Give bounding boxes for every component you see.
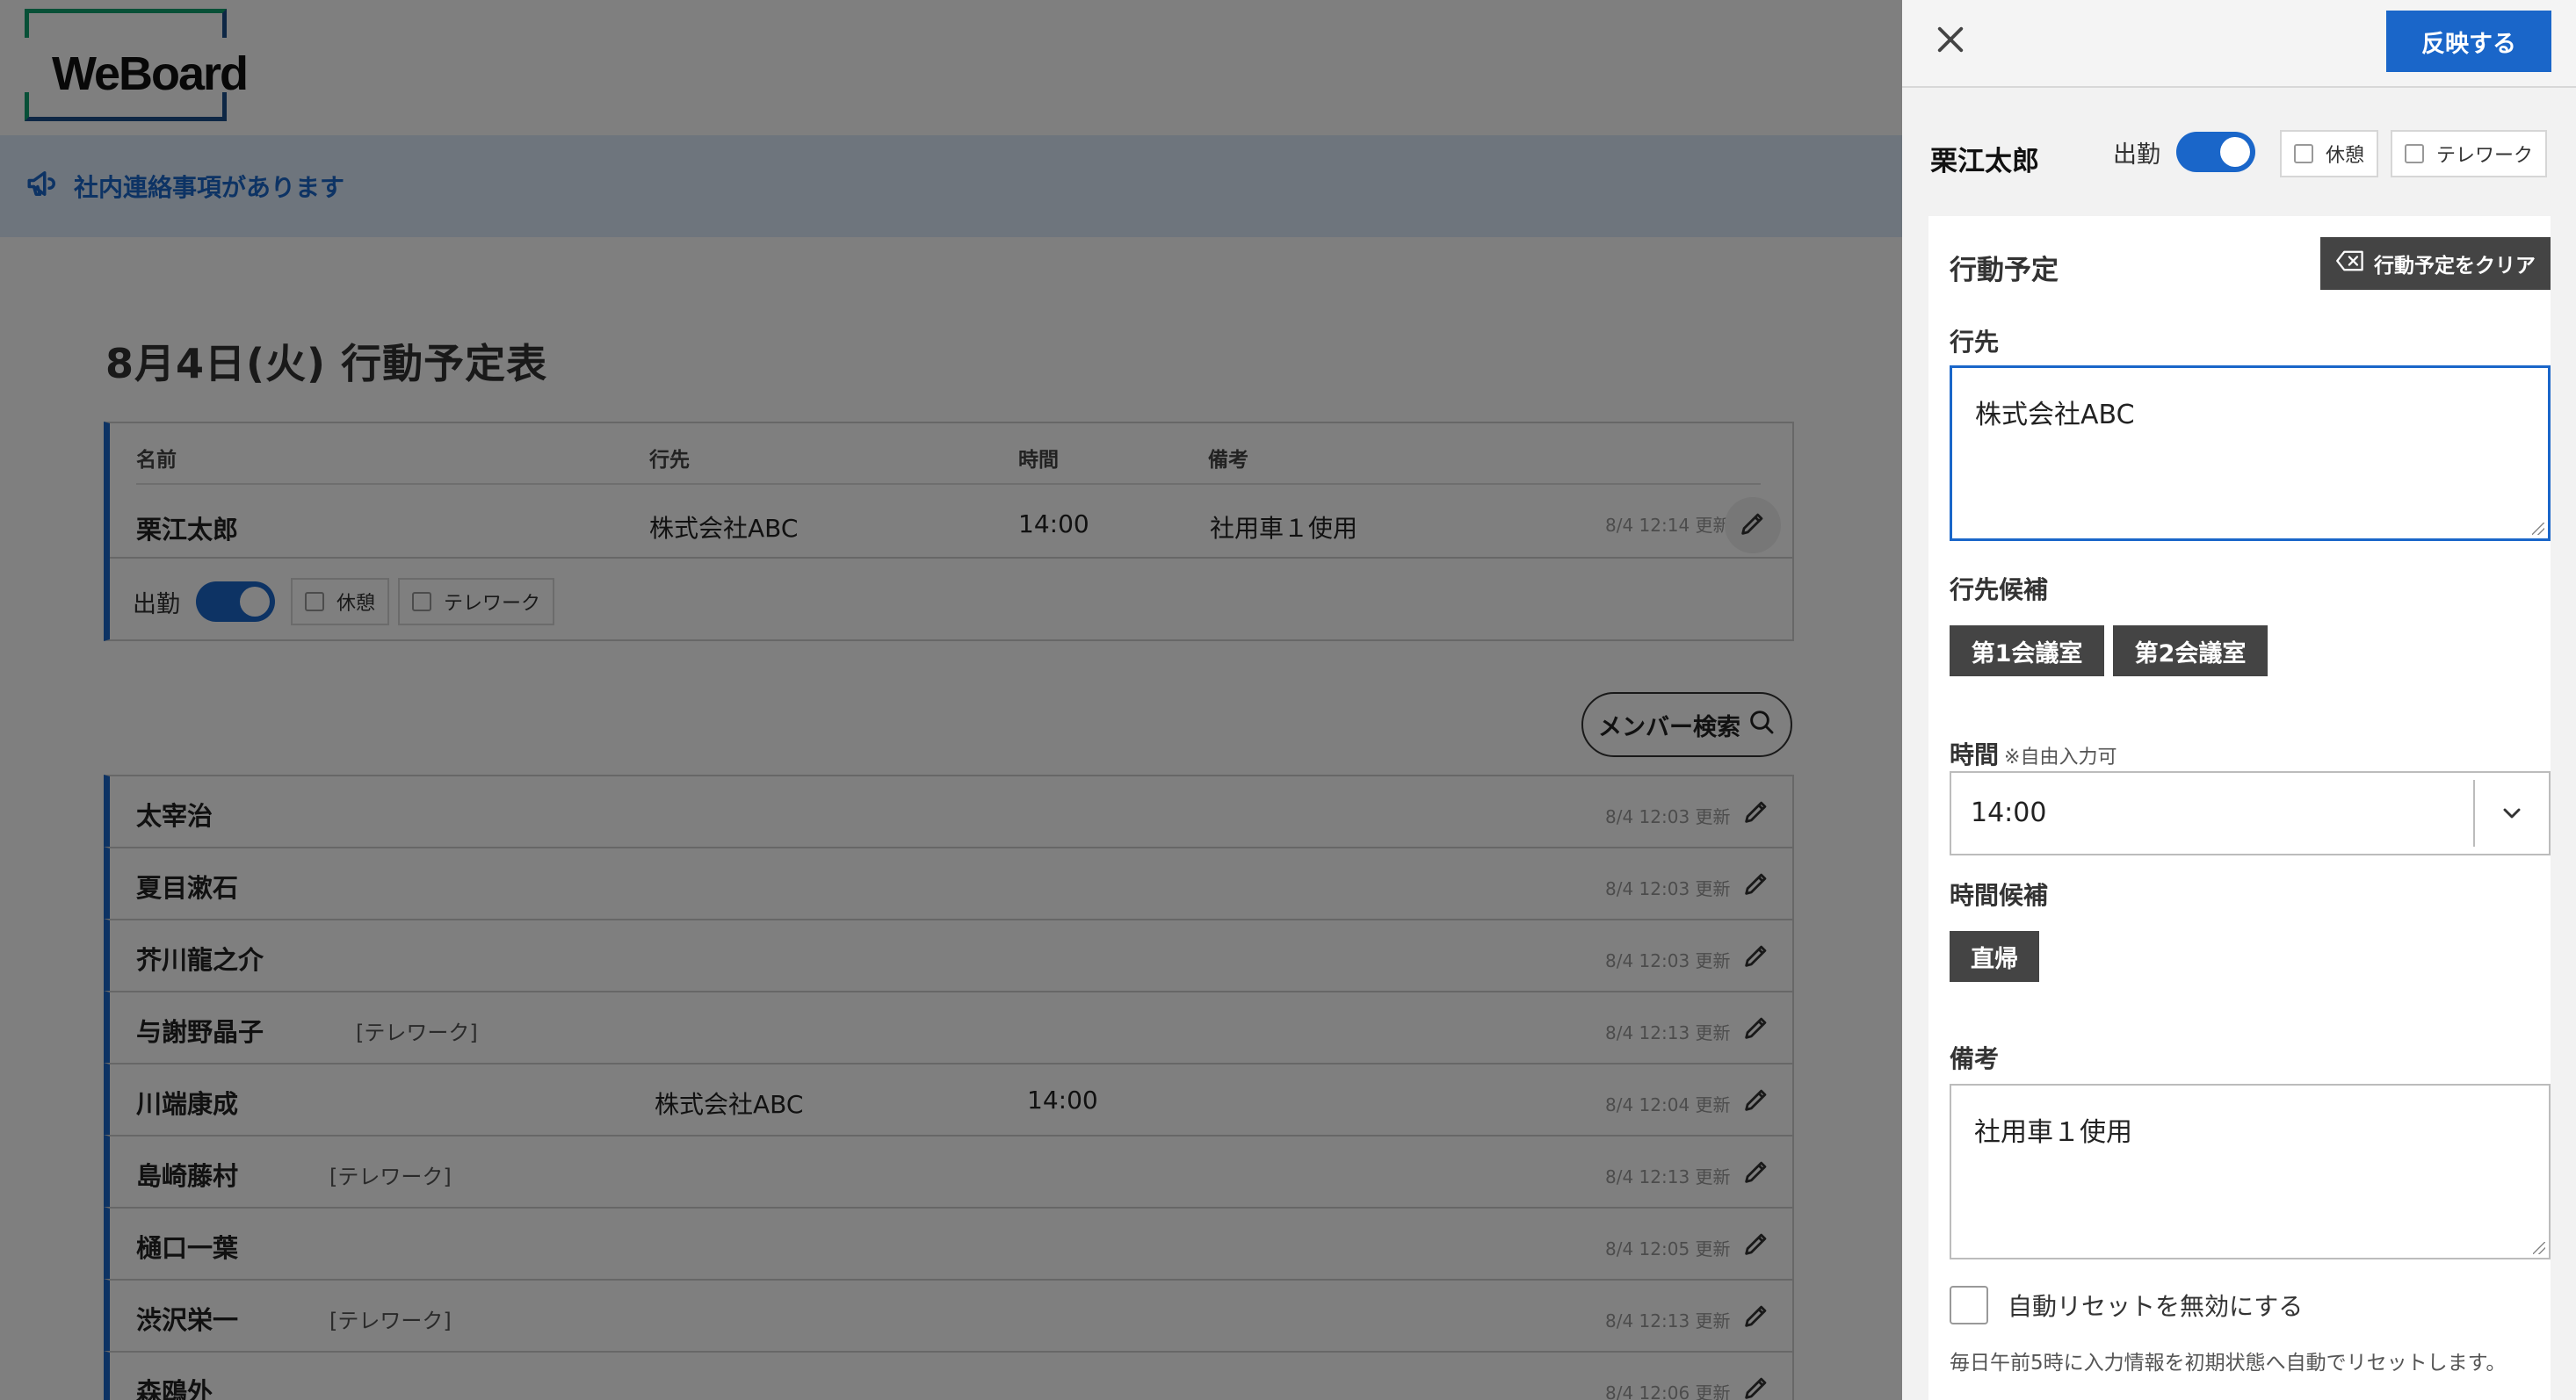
time-label: 時間 ※自由入力可: [1950, 736, 2117, 771]
destination-label: 行先: [1950, 328, 2000, 357]
backspace-icon: [2335, 249, 2365, 278]
panel-toolbar: 反映する: [1902, 0, 2576, 88]
modal-overlay[interactable]: [0, 0, 1902, 1400]
resize-handle[interactable]: [2533, 1242, 2545, 1254]
clear-schedule-button[interactable]: 行動予定をクリア: [2320, 237, 2551, 290]
form-section-title: 行動予定: [1950, 255, 2059, 286]
destination-candidate-chip[interactable]: 第2会議室: [2113, 625, 2268, 676]
disable-auto-reset-checkbox-box[interactable]: [1950, 1286, 1988, 1324]
chevron-down-icon[interactable]: [2498, 799, 2526, 827]
apply-button[interactable]: 反映する: [2386, 11, 2551, 72]
panel-telework-checkbox-box: [2405, 144, 2424, 163]
time-label-text: 時間: [1950, 740, 2000, 769]
panel-status-row: 栗江太郎 出勤 休憩 テレワーク: [1902, 88, 2576, 216]
destination-candidates-label: 行先候補: [1950, 575, 2049, 604]
destination-value: 株式会社ABC: [1975, 400, 2135, 430]
time-value: 14:00: [1971, 797, 2047, 828]
panel-break-checkbox[interactable]: 休憩: [2280, 130, 2379, 177]
time-candidates-label: 時間候補: [1950, 881, 2049, 910]
panel-attendance-toggle[interactable]: [2176, 132, 2255, 172]
resize-handle[interactable]: [2532, 523, 2544, 535]
time-free-input-note: ※自由入力可: [2004, 747, 2117, 769]
panel-telework-checkbox[interactable]: テレワーク: [2391, 130, 2548, 177]
remarks-value: 社用車１使用: [1974, 1117, 2132, 1148]
destination-textarea[interactable]: 株式会社ABC: [1950, 365, 2551, 541]
time-combobox[interactable]: 14:00: [1950, 771, 2551, 855]
panel-user-name: 栗江太郎: [1930, 146, 2039, 177]
auto-reset-note: 毎日午前5時に入力情報を初期状態へ自動でリセットします。: [1950, 1352, 2507, 1375]
combobox-separator: [2473, 780, 2475, 847]
disable-auto-reset-checkbox[interactable]: 自動リセットを無効にする: [1950, 1286, 2303, 1324]
time-candidate-chip[interactable]: 直帰: [1950, 931, 2039, 982]
panel-attendance-label: 出勤: [2113, 141, 2160, 169]
panel-break-checkbox-box: [2294, 144, 2313, 163]
clear-schedule-label: 行動予定をクリア: [2374, 255, 2536, 278]
close-icon: [1932, 26, 1969, 61]
disable-auto-reset-label: 自動リセットを無効にする: [2008, 1292, 2304, 1321]
destination-candidate-chip[interactable]: 第1会議室: [1950, 625, 2104, 676]
edit-schedule-panel: 反映する 栗江太郎 出勤 休憩 テレワーク 行動予定 行動予定をクリア 行先 株…: [1902, 0, 2576, 1400]
close-panel-button[interactable]: [1932, 21, 1969, 58]
panel-break-label: 休憩: [2326, 145, 2365, 167]
panel-telework-label: テレワーク: [2436, 145, 2534, 167]
remarks-label: 備考: [1950, 1044, 2000, 1073]
remarks-textarea[interactable]: 社用車１使用: [1950, 1084, 2551, 1259]
schedule-form: 行動予定 行動予定をクリア 行先 株式会社ABC 行先候補 第1会議室 第2会議…: [1928, 216, 2551, 1400]
